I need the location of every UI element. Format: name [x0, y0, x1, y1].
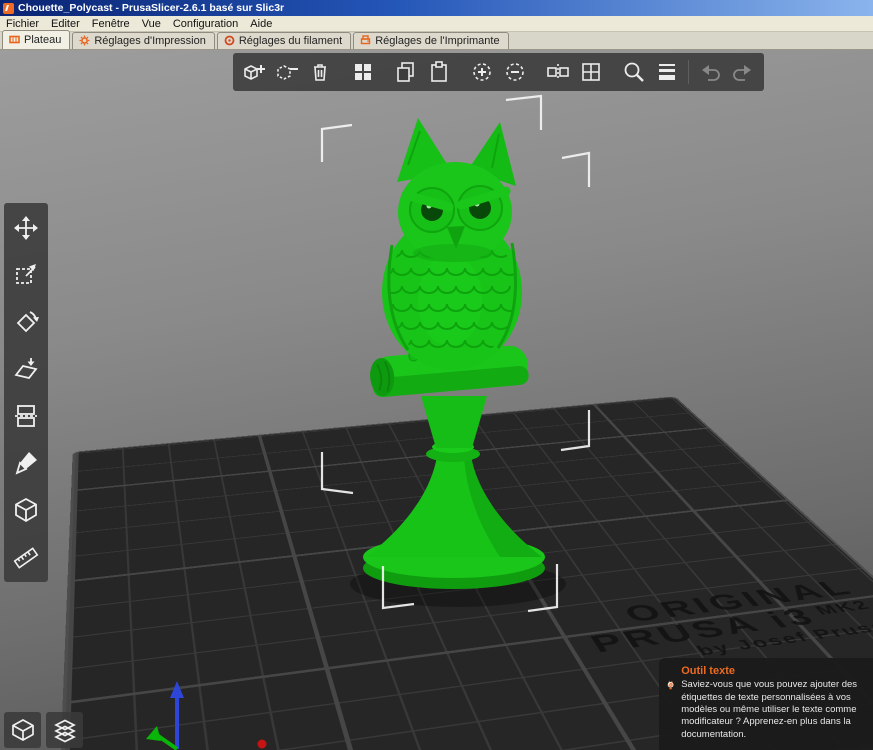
view-mode-buttons — [4, 712, 83, 748]
hint-notification[interactable]: Outil texte Saviez-vous que vous pouvez … — [659, 658, 873, 750]
print-settings-gear-icon — [79, 35, 90, 46]
toolbar-divider — [688, 60, 689, 84]
rotate-tool-button[interactable] — [6, 301, 46, 343]
variable-layer-height-icon — [659, 64, 675, 80]
add-model-button[interactable] — [238, 57, 270, 87]
object-toolbar — [233, 53, 764, 91]
seam-tool-button[interactable] — [6, 489, 46, 531]
rotate-tool-icon — [16, 311, 39, 333]
title-bar[interactable]: Chouette_Polycast - PrusaSlicer-2.6.1 ba… — [0, 0, 873, 16]
filament-spool-icon — [224, 35, 235, 46]
delete-model-icon — [277, 65, 298, 80]
tab-reglages-filament[interactable]: Réglages du filament — [216, 32, 352, 49]
cut-tool-button[interactable] — [6, 395, 46, 437]
menu-item-configuration[interactable]: Configuration — [167, 18, 244, 30]
place-on-face-tool-icon — [14, 358, 38, 380]
redo-button[interactable] — [727, 57, 759, 87]
remove-instance-button[interactable] — [499, 57, 531, 87]
move-tool-icon — [14, 216, 38, 240]
tab-reglages-imprimante[interactable]: Réglages de l'Imprimante — [353, 32, 509, 49]
delete-all-icon — [314, 64, 326, 81]
tab-plateau[interactable]: Plateau — [2, 30, 71, 49]
prusa-hint-mascot-icon — [667, 680, 674, 690]
app-icon — [3, 2, 14, 14]
tab-label: Réglages de l'Imprimante — [375, 34, 500, 47]
undo-icon — [702, 65, 720, 81]
isometric-view-button[interactable] — [4, 712, 41, 748]
add-instance-icon — [473, 63, 491, 81]
undo-button[interactable] — [694, 57, 726, 87]
arrange-button[interactable] — [347, 57, 379, 87]
scale-tool-icon — [16, 264, 36, 284]
menu-item-editer[interactable]: Editer — [45, 18, 86, 30]
add-model-icon — [244, 65, 265, 80]
copy-icon — [397, 62, 414, 82]
menu-item-aide[interactable]: Aide — [244, 18, 278, 30]
delete-all-button[interactable] — [304, 57, 336, 87]
hint-title: Outil texte — [681, 665, 735, 678]
printer-icon — [361, 35, 371, 45]
search-button[interactable] — [618, 57, 650, 87]
tab-label: Plateau — [24, 33, 62, 46]
redo-icon — [733, 65, 751, 81]
isometric-view-icon — [11, 719, 34, 741]
scale-tool-button[interactable] — [6, 254, 46, 296]
split-to-parts-button[interactable] — [575, 57, 607, 87]
paste-button[interactable] — [423, 57, 455, 87]
hint-text-block: Outil texte Saviez-vous que vous pouvez … — [681, 665, 865, 741]
cut-tool-icon — [15, 405, 37, 427]
move-tool-button[interactable] — [6, 207, 46, 249]
prusaslicer-window: { "window": { "title": "Chouette_Polycas… — [0, 0, 873, 750]
split-to-objects-button[interactable] — [542, 57, 574, 87]
split-to-parts-icon — [582, 63, 600, 81]
arrange-icon — [355, 64, 371, 80]
copy-button[interactable] — [390, 57, 422, 87]
menu-item-vue[interactable]: Vue — [136, 18, 167, 30]
viewport-canvas[interactable]: ORIGINAL PRUSA i3MK2 by Josef Prusa Outi… — [0, 50, 873, 750]
layer-preview-button[interactable] — [46, 712, 83, 748]
delete-model-button[interactable] — [271, 57, 303, 87]
tab-label: Réglages d'Impression — [94, 34, 206, 47]
layer-preview-icon — [53, 719, 76, 743]
manipulation-toolbar — [4, 203, 48, 582]
plate-icon — [9, 35, 20, 44]
split-to-objects-icon — [547, 64, 569, 80]
menu-item-fichier[interactable]: Fichier — [0, 18, 45, 30]
place-on-face-tool-button[interactable] — [6, 348, 46, 390]
variable-layer-height-button[interactable] — [651, 57, 683, 87]
paste-icon — [431, 61, 447, 82]
add-instance-button[interactable] — [466, 57, 498, 87]
tab-label: Réglages du filament — [238, 34, 343, 47]
tab-reglages-impression[interactable]: Réglages d'Impression — [72, 32, 215, 49]
seam-tool-icon — [15, 497, 37, 523]
settings-tab-bar: Plateau Réglages d'Impression Réglages d… — [0, 30, 873, 50]
paint-supports-tool-button[interactable] — [6, 442, 46, 484]
hint-body: Saviez-vous que vous pouvez ajouter des … — [681, 679, 858, 740]
remove-instance-icon — [506, 63, 524, 81]
paint-supports-tool-icon — [15, 452, 37, 475]
measure-tool-button[interactable] — [6, 536, 46, 578]
measure-tool-icon — [13, 547, 39, 569]
menu-bar: Fichier Editer Fenêtre Vue Configuration… — [0, 16, 873, 32]
menu-item-fenetre[interactable]: Fenêtre — [86, 18, 136, 30]
search-icon — [624, 62, 644, 82]
window-title: Chouette_Polycast - PrusaSlicer-2.6.1 ba… — [18, 2, 285, 14]
